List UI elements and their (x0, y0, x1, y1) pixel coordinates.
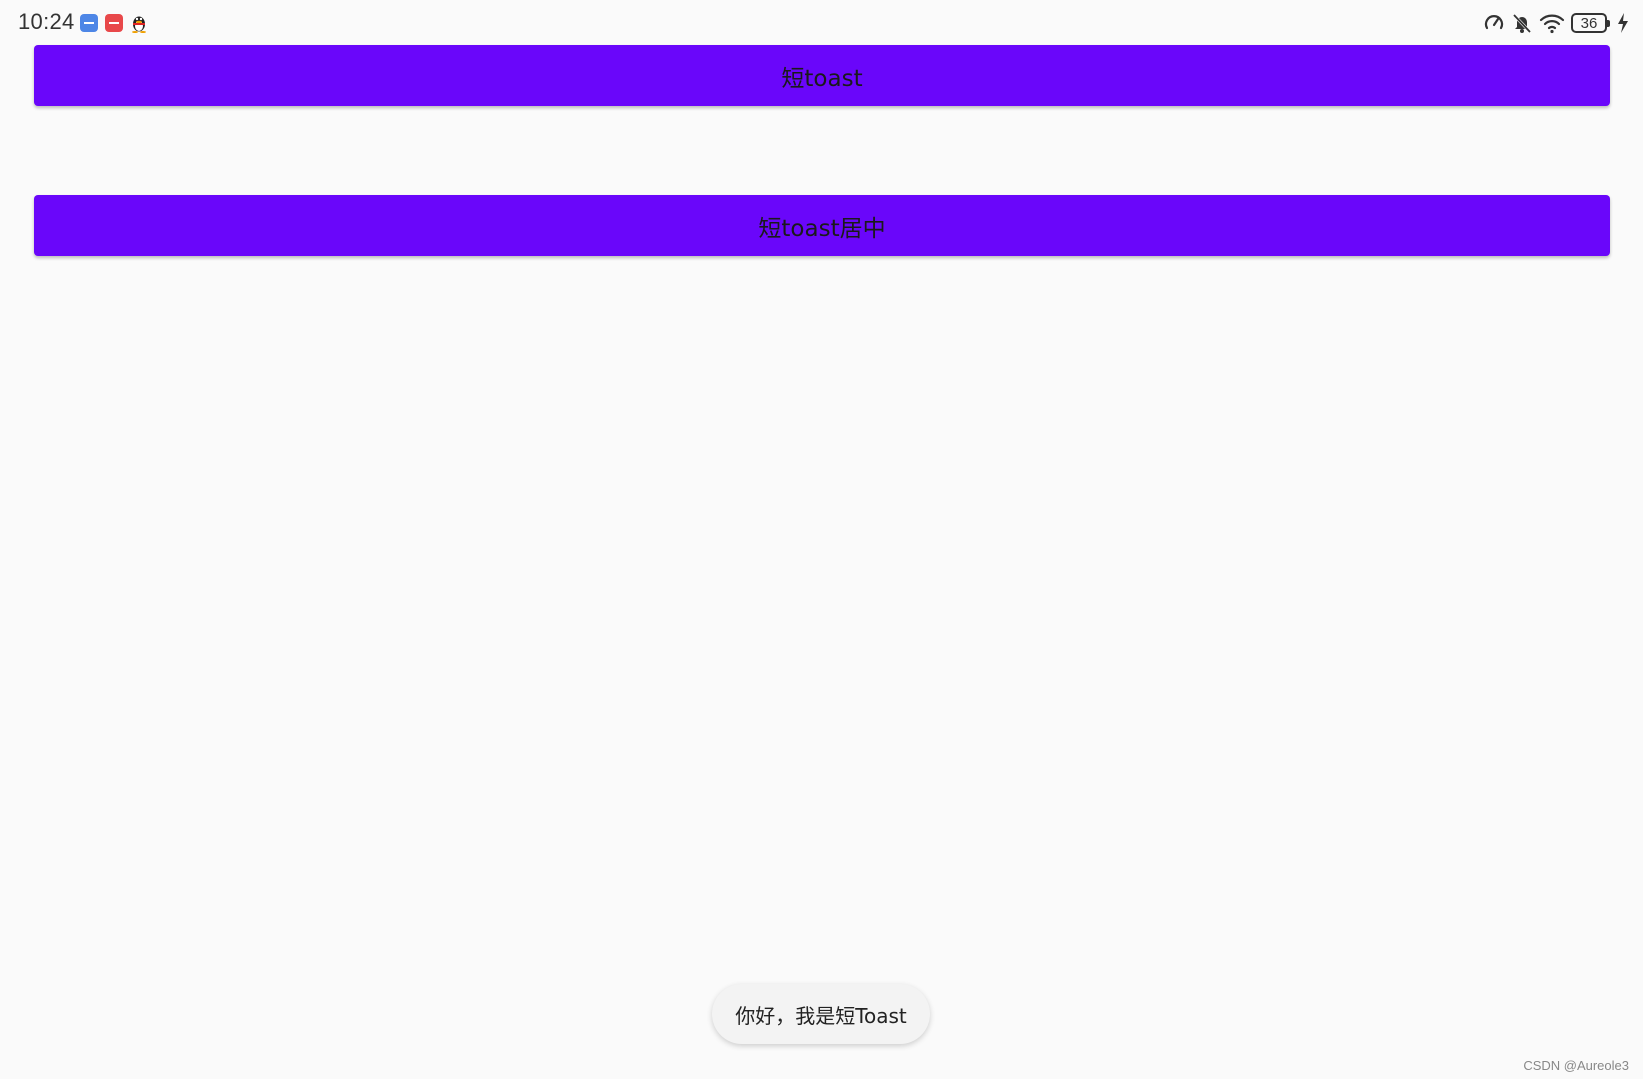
status-time: 10:24 (18, 9, 75, 34)
blue-app-notification-icon (80, 14, 98, 32)
battery-icon: 36 (1571, 13, 1610, 33)
short-toast-button[interactable]: 短toast (34, 45, 1610, 106)
toast-message: 你好，我是短Toast (712, 984, 930, 1044)
bell-muted-icon (1511, 12, 1533, 34)
qq-penguin-icon (130, 13, 148, 33)
red-app-notification-icon (105, 14, 123, 32)
status-bar: 10:24 36 (0, 0, 1643, 44)
short-toast-center-button[interactable]: 短toast居中 (34, 195, 1610, 256)
app-screen: 10:24 36 短toast 短toast居中 你好，我是短Toast CSD… (0, 0, 1643, 1079)
data-saver-icon (1483, 12, 1505, 34)
watermark: CSDN @Aureole3 (1523, 1058, 1629, 1073)
charging-icon (1617, 12, 1629, 34)
wifi-icon (1539, 12, 1565, 34)
status-system-icons: 36 (1483, 10, 1629, 36)
